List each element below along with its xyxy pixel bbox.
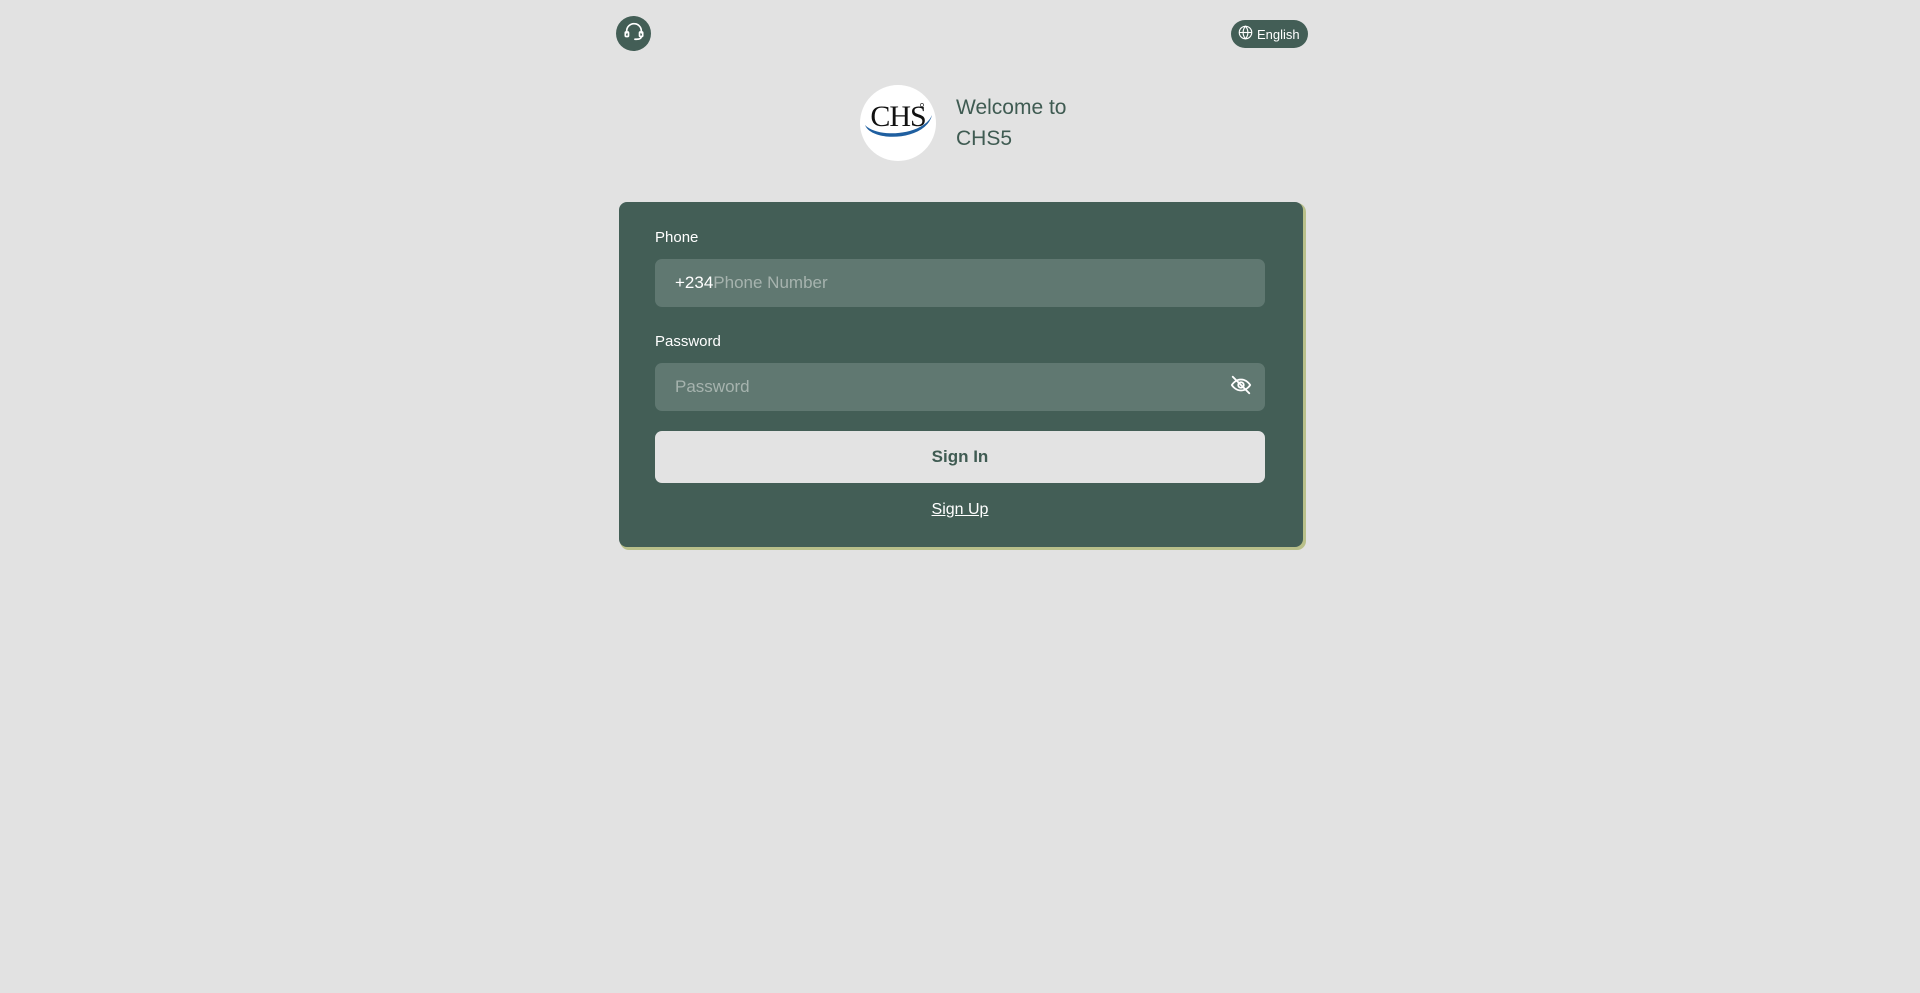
password-input[interactable] [675,363,1229,411]
sign-up-link[interactable]: Sign Up [655,501,1265,519]
welcome-line-1: Welcome to [956,96,1067,119]
chs-logo: CHS [860,85,936,161]
phone-label: Phone [655,229,699,246]
headset-icon [623,20,645,47]
sign-in-button[interactable]: Sign In [655,431,1265,483]
brand-header: CHS Welcome to CHS5 [860,85,1076,161]
eye-off-icon [1230,374,1252,401]
password-field [655,363,1265,411]
phone-field: +234 [655,259,1265,307]
svg-text:CHS: CHS [870,100,925,133]
language-label: English [1257,26,1300,42]
welcome-line-2: CHS5 [956,127,1013,150]
welcome-text: Welcome to CHS5 [956,92,1076,154]
toggle-password-visibility-button[interactable] [1229,375,1253,399]
phone-input[interactable] [713,259,1253,307]
login-page: English CHS Welcome to CHS5 Phone +234 P… [0,0,1920,993]
language-selector[interactable]: English [1231,20,1308,48]
login-form-card: Phone +234 Password Sign In Sign Up [619,202,1303,547]
customer-support-button[interactable] [616,16,651,51]
country-code-prefix: +234 [675,273,714,292]
globe-icon [1238,25,1253,43]
password-label: Password [655,333,721,350]
